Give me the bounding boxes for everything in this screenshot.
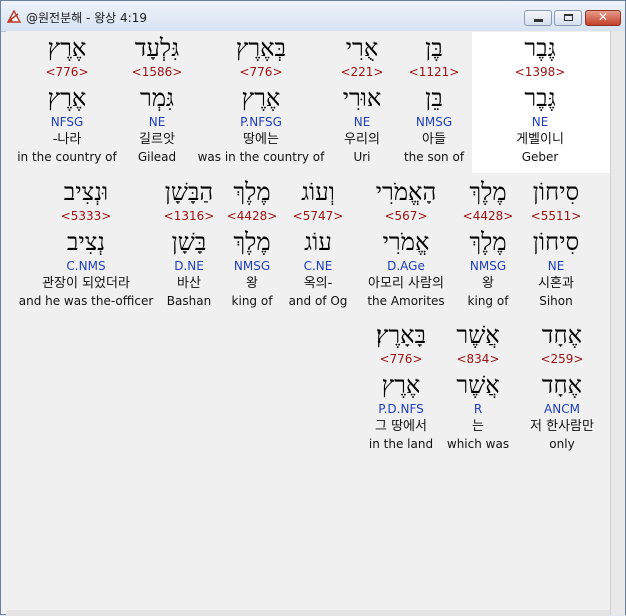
close-button[interactable]: ✕ [585, 10, 621, 26]
word-cell[interactable]: גֶּבֶר <1398> גֶּבֶר NE 게벨이니 Geber [484, 33, 596, 165]
english-gloss: Geber [521, 150, 559, 164]
close-icon: ✕ [597, 10, 609, 24]
korean-gloss: 관장이 되었더라 [42, 276, 130, 291]
minimize-icon [534, 19, 543, 22]
hebrew-word: גֶּבֶר [524, 34, 556, 62]
vertical-scrollbar[interactable] [610, 31, 625, 615]
title-bar[interactable]: @원전분해 - 왕상 4:19 ✕ [1, 1, 625, 32]
horizontal-scrollbar[interactable] [6, 610, 610, 616]
maximize-icon [564, 14, 573, 21]
korean-gloss: 게벨이니 [516, 132, 564, 147]
hebrew-word: אֶרֶץ [47, 34, 87, 62]
hebrew-word: וּנְצִיב [63, 178, 109, 206]
korean-gloss: -나라 [52, 132, 82, 147]
morphology-code: NE [531, 115, 549, 129]
maximize-button[interactable] [554, 10, 582, 26]
strong-number[interactable]: <5333> [16, 207, 156, 225]
hebrew-word: בָּאָרֶץ׃ [375, 321, 427, 349]
english-gloss: and he was the-officer [18, 294, 154, 308]
bible-icon [6, 9, 22, 23]
analysis-panel: גֶּבֶר <1398> גֶּבֶר NE 게벨이니 Geber בֶּן … [6, 31, 610, 611]
hebrew-lemma: גֶּבֶר [524, 84, 556, 112]
app-window: @원전분해 - 왕상 4:19 ✕ גֶּבֶר <1398> גֶּבֶר N… [0, 0, 626, 616]
window-title: @원전분해 - 왕상 4:19 [26, 11, 147, 25]
strong-number[interactable]: <1398> [484, 63, 596, 81]
english-gloss: in the land [368, 437, 434, 451]
word-cell[interactable]: אֶרֶץ <776> אֶרֶץ NFSG -나라 in the countr… [11, 33, 123, 165]
word-cell[interactable]: בָּאָרֶץ׃ <776> אֶרֶץ P.D.NFS 그 땅에서 in t… [351, 320, 451, 452]
strong-number[interactable]: <776> [351, 350, 451, 368]
morphology-code: NFSG [50, 115, 84, 129]
minimize-button[interactable] [524, 10, 552, 26]
word-cell[interactable]: וּנְצִיב <5333> נְצִיב C.NMS 관장이 되었더라 an… [16, 177, 156, 309]
english-gloss: in the country of [17, 150, 117, 164]
morphology-code: C.NMS [66, 259, 106, 273]
morphology-code: P.D.NFS [378, 402, 424, 416]
korean-gloss: 그 땅에서 [375, 419, 427, 434]
hebrew-lemma: אֶרֶץ [47, 84, 87, 112]
hebrew-lemma: אֶרֶץ [381, 371, 421, 399]
hebrew-lemma: נְצִיב [66, 228, 106, 256]
strong-number[interactable]: <776> [11, 63, 123, 81]
